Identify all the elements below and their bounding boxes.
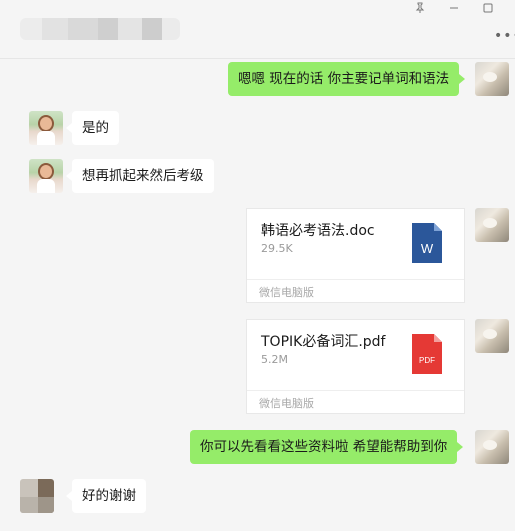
file-size: 29.5K: [261, 242, 293, 255]
pdf-file-icon: PDF: [412, 334, 442, 374]
word-file-icon: W: [412, 223, 442, 263]
maximize-icon[interactable]: [481, 2, 495, 16]
word-icon-label: W: [421, 241, 434, 256]
avatar-contact[interactable]: [29, 111, 63, 145]
file-source: 微信电脑版: [259, 286, 314, 299]
avatar-contact-blurred[interactable]: [20, 479, 54, 513]
message-bubble-outgoing[interactable]: 你可以先看看这些资料啦 希望能帮助到你: [190, 430, 464, 464]
avatar-self[interactable]: [475, 319, 509, 353]
file-size: 5.2M: [261, 353, 288, 366]
avatar-self[interactable]: [475, 430, 509, 464]
avatar-contact[interactable]: [29, 159, 63, 193]
file-message-card[interactable]: 韩语必考语法.doc 29.5K W 微信电脑版: [246, 208, 465, 303]
file-name: 韩语必考语法.doc: [261, 223, 375, 239]
file-divider: [247, 279, 464, 280]
contact-name-blurred: [20, 18, 180, 40]
message-bubble-incoming[interactable]: 想再抓起来然后考级: [66, 159, 214, 193]
pin-icon[interactable]: [413, 2, 427, 16]
avatar-self[interactable]: [475, 62, 509, 96]
file-divider: [247, 390, 464, 391]
file-message-card[interactable]: TOPIK必备词汇.pdf 5.2M PDF 微信电脑版: [246, 319, 465, 414]
chat-header: •••: [0, 0, 515, 59]
minimize-icon[interactable]: [447, 2, 461, 16]
file-name: TOPIK必备词汇.pdf: [261, 334, 386, 350]
file-source: 微信电脑版: [259, 397, 314, 410]
avatar-self[interactable]: [475, 208, 509, 242]
pdf-icon-label: PDF: [419, 356, 435, 365]
message-bubble-incoming[interactable]: 是的: [66, 111, 119, 145]
more-icon[interactable]: •••: [494, 28, 515, 44]
message-bubble-outgoing[interactable]: 嗯嗯 现在的话 你主要记单词和语法: [228, 62, 466, 96]
message-bubble-incoming[interactable]: 好的谢谢: [66, 479, 146, 513]
